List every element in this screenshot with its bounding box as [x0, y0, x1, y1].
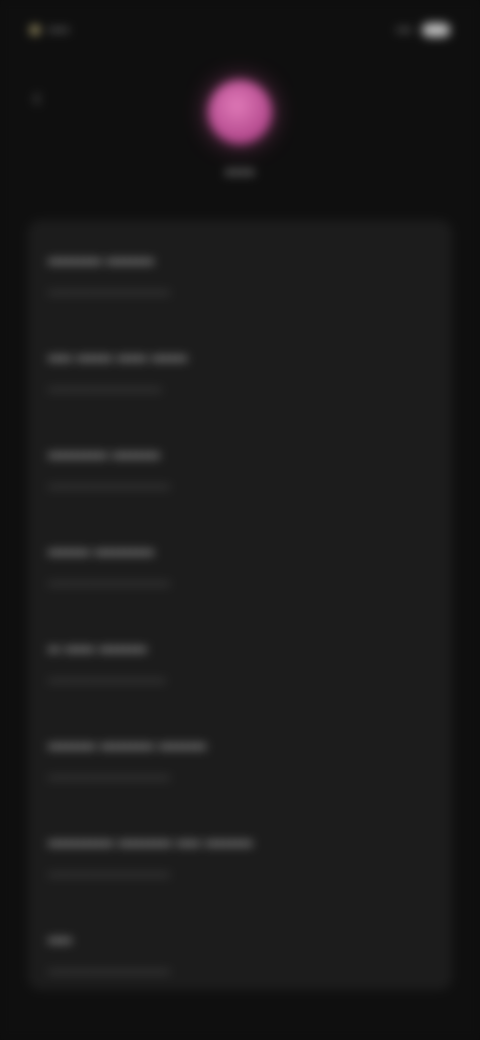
list-item-subtitle: •••••••••••••••••••••••••••••: [48, 480, 170, 494]
status-right: •••: [396, 22, 450, 39]
list-item[interactable]: ••••••• •••••••••• •••••••••••••••••••••…: [48, 535, 432, 632]
settings-list: ••••••••• •••••••• •••••••••••••••••••••…: [28, 220, 452, 990]
page-title: ••••: [224, 162, 255, 184]
battery-icon: [422, 23, 450, 37]
list-item[interactable]: •••••••• ••••••••• •••••••• ••••••••••••…: [48, 729, 432, 826]
list-item[interactable]: ••••••••••• ••••••••• •••• •••••••• ••••…: [48, 826, 432, 923]
list-item[interactable]: •••••••••• •••••••• ••••••••••••••••••••…: [48, 438, 432, 535]
list-item-title: •••••••••• ••••••••: [48, 446, 160, 465]
list-item-title: ••••••• ••••••••••: [48, 543, 154, 562]
list-item-subtitle: •••••••••••••••••••••••••••: [48, 383, 162, 397]
list-item-subtitle: •••••••••••••••••••••••••••••: [48, 286, 170, 300]
list-item[interactable]: •••• •••••• ••••• •••••• •••••••••••••••…: [48, 341, 432, 438]
list-item[interactable]: •• ••••• •••••••• ••••••••••••••••••••••…: [48, 632, 432, 729]
list-item-title: ••••••••• ••••••••: [48, 252, 154, 271]
list-item[interactable]: ••••••••• •••••••• •••••••••••••••••••••…: [48, 244, 432, 341]
header: ••••: [0, 80, 480, 185]
list-item-title: •••• •••••• ••••• ••••••: [48, 349, 188, 368]
list-item-title: ••••••••••• ••••••••• •••• ••••••••: [48, 834, 253, 853]
list-item-subtitle: •••••••••••••••••••••••••••••: [48, 965, 170, 979]
avatar[interactable]: [208, 80, 272, 144]
status-bar: •••• •••: [0, 0, 480, 60]
status-left: ••••: [30, 22, 69, 39]
list-item-subtitle: •••••••••••••••••••••••••••••: [48, 577, 170, 591]
list-item-subtitle: •••••••••••••••••••••••••••••: [48, 771, 170, 785]
status-time: ••••: [48, 21, 70, 39]
status-indicators: •••: [396, 21, 412, 39]
list-item-title: •••••••• ••••••••• ••••••••: [48, 737, 207, 756]
list-item-title: ••••: [48, 931, 72, 950]
list-item-title: •• ••••• ••••••••: [48, 640, 147, 659]
list-item-subtitle: •••••••••••••••••••••••••••••: [48, 868, 170, 882]
status-dot-icon: [30, 25, 40, 35]
list-item[interactable]: •••• •••••••••••••••••••••••••••••: [48, 923, 432, 1020]
app-screen: •••• ••• ‹ •••• ••••••••• •••••••• •••••…: [0, 0, 480, 1040]
list-item-subtitle: ••••••••••••••••••••••••••••: [48, 674, 166, 688]
